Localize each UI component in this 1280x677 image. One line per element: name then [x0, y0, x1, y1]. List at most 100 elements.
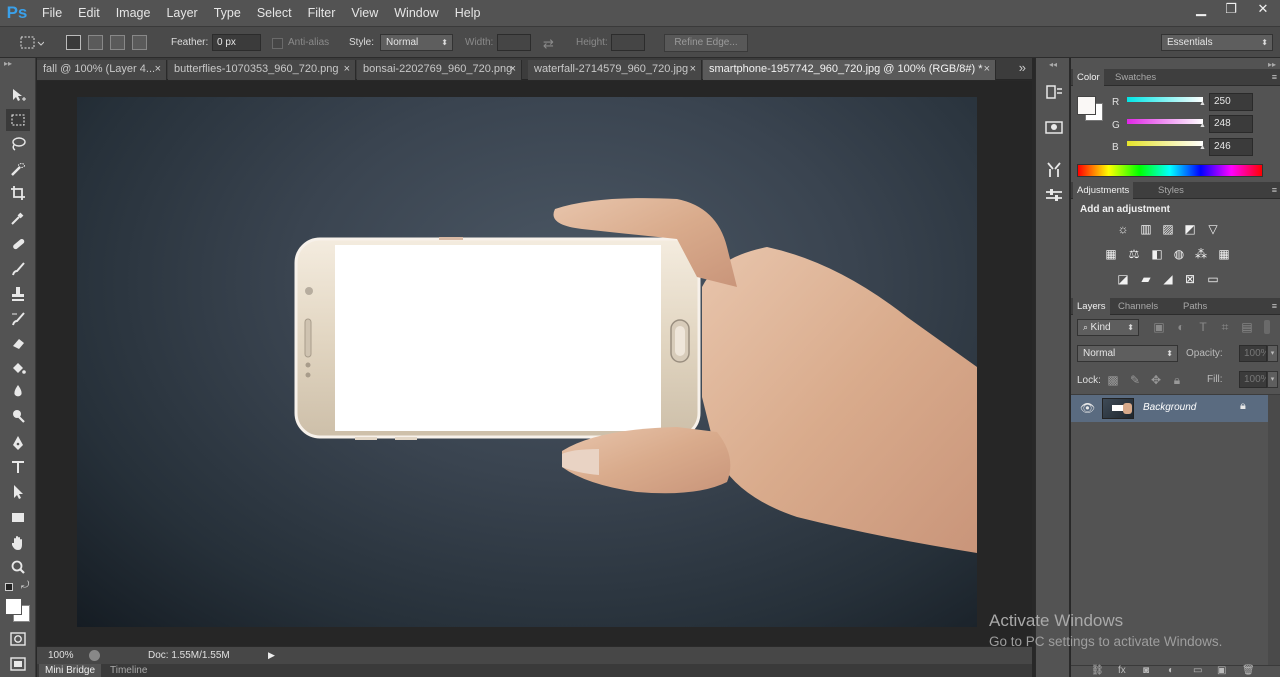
menu-edit[interactable]: Edit: [70, 0, 108, 26]
width-input[interactable]: [497, 34, 531, 51]
rectangle-tool-icon[interactable]: [6, 506, 30, 528]
timeline-tab[interactable]: Timeline: [110, 664, 147, 677]
paint-bucket-tool-icon[interactable]: [6, 357, 30, 379]
menu-view[interactable]: View: [343, 0, 386, 26]
tab-styles[interactable]: Styles: [1154, 182, 1188, 199]
status-menu-arrow-icon[interactable]: ▶: [268, 650, 275, 661]
type-tool-icon[interactable]: [6, 456, 30, 478]
quick-mask-icon[interactable]: [6, 628, 30, 650]
tab-smartphone[interactable]: smartphone-1957742_960_720.jpg @ 100% (R…: [703, 60, 996, 80]
pen-tool-icon[interactable]: [6, 432, 30, 454]
link-layers-icon[interactable]: ⛓: [1091, 665, 1104, 676]
canvas-area[interactable]: [37, 81, 1032, 646]
default-colors-icon[interactable]: [5, 583, 13, 591]
tab-close-icon[interactable]: ×: [344, 60, 350, 79]
filter-adjustment-icon[interactable]: ◐: [1173, 320, 1189, 334]
new-group-icon[interactable]: ▭: [1193, 665, 1202, 676]
restore-button[interactable]: ❐: [1216, 0, 1246, 18]
path-selection-tool-icon[interactable]: [6, 481, 30, 503]
panel-menu-icon[interactable]: ≡: [1272, 69, 1277, 86]
new-selection-mode-button[interactable]: [66, 35, 81, 50]
swap-width-height-icon[interactable]: ⇄: [543, 36, 554, 52]
tab-close-icon[interactable]: ×: [155, 60, 161, 79]
lock-image-icon[interactable]: ✎: [1127, 373, 1143, 387]
tab-bonsai[interactable]: bonsai-2202769_960_720.png ×: [357, 60, 522, 80]
opacity-dropdown-icon[interactable]: ▾: [1267, 345, 1278, 362]
channel-g-input[interactable]: 248: [1209, 115, 1253, 133]
layers-scrollbar[interactable]: [1268, 395, 1280, 665]
rectangular-marquee-tool-icon[interactable]: [6, 109, 30, 131]
tab-color[interactable]: Color: [1073, 69, 1104, 86]
refine-edge-button[interactable]: Refine Edge...: [664, 34, 748, 52]
crop-tool-icon[interactable]: [6, 182, 30, 204]
menu-filter[interactable]: Filter: [300, 0, 344, 26]
menu-select[interactable]: Select: [249, 0, 300, 26]
blend-mode-select[interactable]: Normal ⬍: [1077, 345, 1178, 362]
height-input[interactable]: [611, 34, 645, 51]
menu-help[interactable]: Help: [447, 0, 489, 26]
layer-row-background[interactable]: 👁︎ Background 🔒︎: [1071, 395, 1268, 422]
exposure-icon[interactable]: ◩: [1182, 222, 1198, 236]
panel-menu-icon[interactable]: ≡: [1272, 298, 1277, 315]
hue-saturation-icon[interactable]: ▦: [1103, 247, 1119, 261]
add-mask-icon[interactable]: ◙: [1143, 665, 1149, 676]
tab-adjustments[interactable]: Adjustments: [1073, 182, 1134, 199]
color-balance-icon[interactable]: ⚖: [1126, 247, 1142, 261]
photo-filter-icon[interactable]: ◍: [1171, 247, 1187, 261]
filter-type-icon[interactable]: T: [1195, 320, 1211, 334]
panel-strip-collapse-icon[interactable]: ◂◂: [1049, 60, 1057, 69]
color-lookup-icon[interactable]: ▦: [1216, 247, 1232, 261]
threshold-icon[interactable]: ◢: [1160, 272, 1176, 286]
dodge-tool-icon[interactable]: [6, 405, 30, 427]
tab-channels[interactable]: Channels: [1114, 298, 1162, 315]
channel-g-slider[interactable]: [1127, 119, 1203, 124]
zoom-level[interactable]: 100%: [48, 650, 74, 661]
channel-b-slider[interactable]: [1127, 141, 1203, 146]
panel-dock-collapse-icon[interactable]: ▸▸: [1268, 60, 1276, 69]
tab-close-icon[interactable]: ×: [510, 60, 516, 79]
menu-file[interactable]: File: [34, 0, 70, 26]
document-image[interactable]: [77, 97, 977, 627]
eyedropper-tool-icon[interactable]: [6, 207, 30, 229]
layer-filter-select[interactable]: ⌕ Kind ⬍: [1077, 319, 1139, 336]
properties-panel-icon[interactable]: [1045, 119, 1063, 137]
lasso-tool-icon[interactable]: [6, 133, 30, 155]
mini-bridge-tab[interactable]: Mini Bridge: [39, 664, 102, 677]
brush-presets-panel-icon[interactable]: [1045, 160, 1063, 178]
foreground-color-swatch[interactable]: [5, 598, 22, 615]
invert-icon[interactable]: ◪: [1115, 272, 1131, 286]
eraser-tool-icon[interactable]: [6, 332, 30, 354]
slider-thumb-icon[interactable]: ▲: [1199, 144, 1206, 151]
foreground-color-chip[interactable]: [1077, 96, 1096, 115]
lock-position-icon[interactable]: ✥: [1148, 373, 1164, 387]
slider-thumb-icon[interactable]: ▲: [1199, 122, 1206, 129]
history-panel-icon[interactable]: [1045, 83, 1063, 101]
filter-smart-object-icon[interactable]: ▤: [1239, 320, 1255, 334]
channel-r-input[interactable]: 250: [1209, 93, 1253, 111]
posterize-icon[interactable]: ▰: [1138, 272, 1154, 286]
selective-color-icon[interactable]: ⊠: [1182, 272, 1198, 286]
tab-close-icon[interactable]: ×: [690, 60, 696, 79]
tab-paths[interactable]: Paths: [1179, 298, 1211, 315]
tab-close-icon[interactable]: ×: [984, 60, 990, 79]
slider-thumb-icon[interactable]: ▲: [1199, 100, 1206, 107]
style-select[interactable]: Normal ⬍: [380, 34, 453, 51]
tab-layers[interactable]: Layers: [1073, 298, 1110, 315]
visibility-eye-icon[interactable]: 👁︎: [1080, 401, 1095, 415]
curves-icon[interactable]: ▨: [1160, 222, 1176, 236]
tab-swatches[interactable]: Swatches: [1111, 69, 1160, 86]
quick-selection-tool-icon[interactable]: [6, 158, 30, 180]
menu-image[interactable]: Image: [108, 0, 159, 26]
delete-layer-icon[interactable]: 🗑︎: [1242, 665, 1255, 676]
brush-tool-icon[interactable]: [6, 258, 30, 280]
channel-b-input[interactable]: 246: [1209, 138, 1253, 156]
brightness-contrast-icon[interactable]: ☼: [1115, 222, 1131, 236]
spot-healing-brush-tool-icon[interactable]: [6, 233, 30, 255]
clone-stamp-tool-icon[interactable]: [6, 283, 30, 305]
channel-mixer-icon[interactable]: ⁂: [1193, 247, 1209, 261]
screen-mode-icon[interactable]: [6, 653, 30, 675]
status-info-icon[interactable]: [89, 650, 100, 661]
levels-icon[interactable]: ▥: [1138, 222, 1154, 236]
layer-style-icon[interactable]: fx: [1118, 665, 1126, 676]
feather-input[interactable]: 0 px: [212, 34, 261, 51]
